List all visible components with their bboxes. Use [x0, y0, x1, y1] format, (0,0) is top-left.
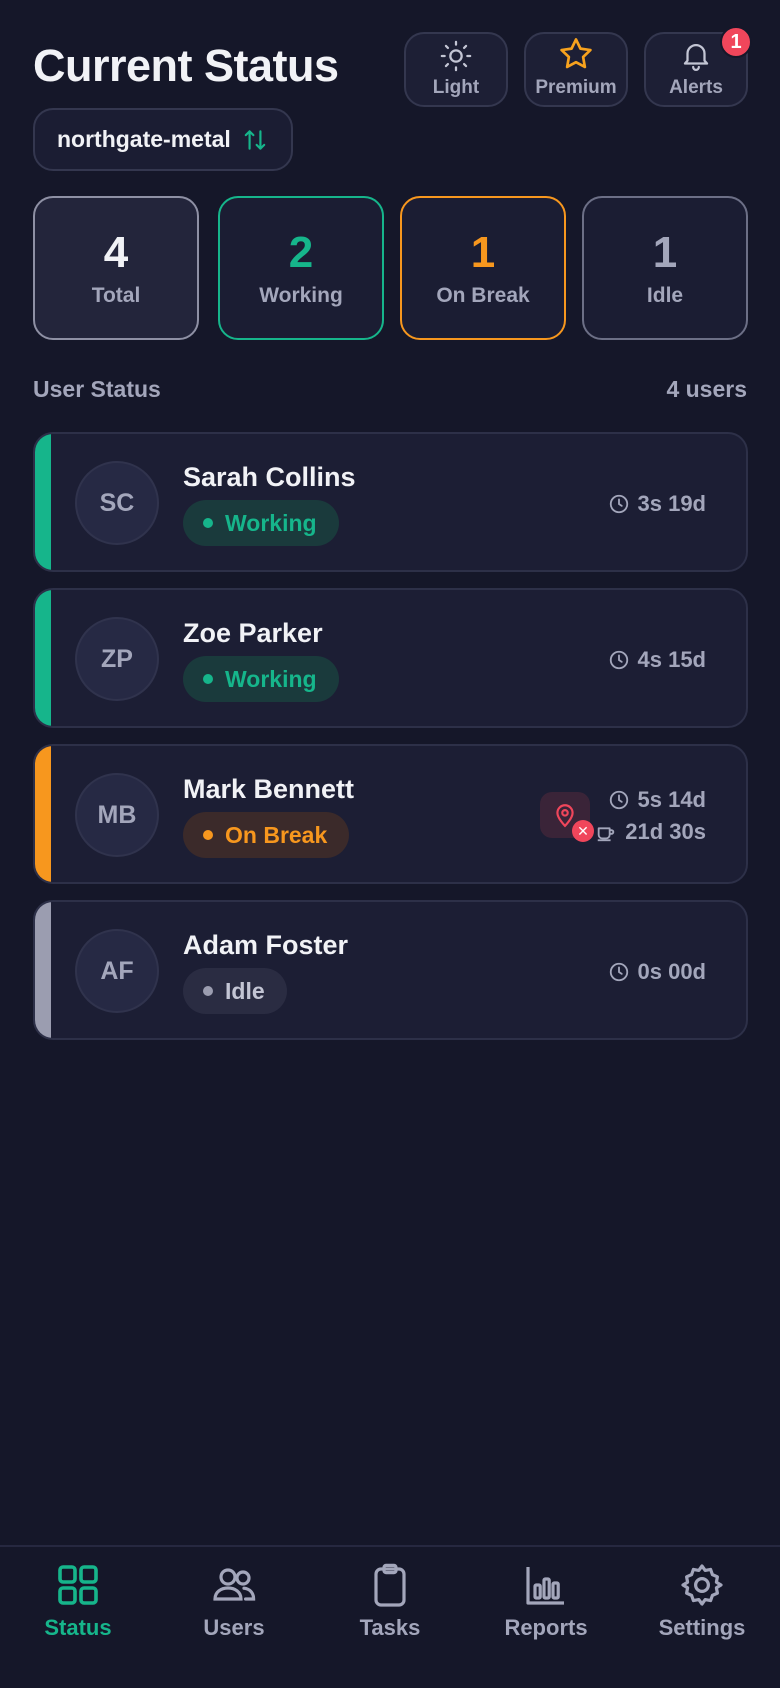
- user-card[interactable]: ZP Zoe Parker Working 4s 15d: [33, 588, 748, 728]
- status-label: Working: [225, 509, 317, 536]
- status-label: Idle: [225, 977, 265, 1004]
- premium-button[interactable]: Premium: [524, 32, 628, 107]
- clock-icon: [609, 494, 628, 514]
- organization-selector[interactable]: northgate-metal: [33, 108, 293, 171]
- premium-label: Premium: [535, 77, 617, 98]
- status-dot: [203, 518, 213, 528]
- clipboard-icon: [374, 1563, 406, 1607]
- tab-status[interactable]: Status: [0, 1561, 156, 1661]
- gear-icon: [681, 1564, 723, 1606]
- user-card[interactable]: MB Mark Bennett On Break ✕ 5s 14d 21d 30…: [33, 744, 748, 884]
- time-info: 4s 15d: [608, 644, 707, 676]
- user-card[interactable]: SC Sarah Collins Working 3s 19d: [33, 432, 748, 572]
- work-duration: 5s 14d: [637, 787, 707, 812]
- coffee-icon: [598, 827, 615, 842]
- organization-name: northgate-metal: [57, 126, 231, 152]
- stat-on-break-value: 1: [470, 228, 496, 277]
- star-icon: [560, 38, 592, 69]
- location-off-icon: ✕: [572, 820, 594, 842]
- stat-on-break-label: On Break: [436, 284, 530, 307]
- stat-working-value: 2: [288, 228, 314, 277]
- tab-users-label: Users: [203, 1615, 265, 1640]
- section-title: User Status: [33, 376, 161, 402]
- status-badge: On Break: [183, 812, 350, 858]
- tab-users[interactable]: Users: [156, 1561, 312, 1661]
- bar-chart-icon: [526, 1567, 564, 1605]
- clock-icon: [609, 962, 628, 982]
- status-label: On Break: [225, 821, 328, 848]
- stat-total-label: Total: [91, 284, 141, 307]
- work-duration: 3s 19d: [637, 491, 707, 516]
- alerts-button[interactable]: Alerts 1: [644, 26, 752, 107]
- status-label: Working: [225, 665, 317, 692]
- status-dot: [203, 674, 213, 684]
- avatar: AF: [75, 929, 159, 1013]
- tab-settings-label: Settings: [658, 1615, 746, 1640]
- swap-vertical-icon: [244, 129, 266, 150]
- user-count: 4 users: [666, 376, 747, 402]
- alerts-label: Alerts: [669, 77, 723, 98]
- header: Current Status Light Premium Alerts 1: [33, 26, 752, 107]
- stat-idle[interactable]: 1 Idle: [582, 196, 748, 340]
- avatar: MB: [75, 773, 159, 857]
- user-name: Sarah Collins: [183, 462, 356, 492]
- user-name: Mark Bennett: [183, 774, 355, 804]
- user-card[interactable]: AF Adam Foster Idle 0s 00d: [33, 900, 748, 1040]
- avatar: ZP: [75, 617, 159, 701]
- stat-total-value: 4: [103, 228, 129, 277]
- clock-icon: [609, 790, 628, 810]
- break-duration: 21d 30s: [625, 819, 706, 844]
- tab-tasks-label: Tasks: [359, 1615, 421, 1640]
- clock-icon: [609, 650, 628, 670]
- time-info: 0s 00d: [608, 956, 707, 988]
- status-stripe: [35, 902, 51, 1038]
- stat-idle-value: 1: [652, 228, 678, 277]
- tab-status-label: Status: [44, 1615, 112, 1640]
- status-badge: Idle: [183, 968, 287, 1014]
- time-info: 5s 14d 21d 30s: [595, 784, 706, 848]
- user-name: Zoe Parker: [183, 618, 323, 648]
- location-off-button[interactable]: ✕: [540, 792, 594, 842]
- status-dot: [203, 830, 213, 840]
- stat-idle-label: Idle: [646, 284, 684, 307]
- tab-reports[interactable]: Reports: [468, 1561, 624, 1661]
- stat-on-break[interactable]: 1 On Break: [400, 196, 566, 340]
- alerts-count-badge: 1: [720, 26, 752, 58]
- status-badge: Working: [183, 500, 339, 546]
- tab-reports-label: Reports: [504, 1615, 588, 1640]
- work-duration: 0s 00d: [637, 959, 707, 984]
- bottom-tab-bar: Status Users Tasks Reports Settings: [0, 1545, 780, 1688]
- users-icon: [213, 1568, 256, 1601]
- theme-toggle-button[interactable]: Light: [404, 32, 508, 107]
- avatar: SC: [75, 461, 159, 545]
- stat-working[interactable]: 2 Working: [218, 196, 384, 340]
- status-dot: [203, 986, 213, 996]
- bell-icon: [683, 44, 709, 71]
- status-badge: Working: [183, 656, 339, 702]
- status-summary: 4 Total 2 Working 1 On Break 1 Idle: [33, 196, 749, 340]
- theme-toggle-label: Light: [432, 77, 480, 98]
- stat-working-label: Working: [259, 284, 343, 307]
- page-title: Current Status: [33, 40, 339, 91]
- time-info: 3s 19d: [608, 488, 707, 520]
- grid-icon: [58, 1565, 98, 1605]
- status-stripe: [35, 746, 51, 882]
- stat-total[interactable]: 4 Total: [33, 196, 199, 340]
- tab-settings[interactable]: Settings: [624, 1561, 780, 1661]
- tab-tasks[interactable]: Tasks: [312, 1561, 468, 1661]
- user-name: Adam Foster: [183, 930, 349, 960]
- sun-icon: [440, 40, 472, 72]
- work-duration: 4s 15d: [637, 647, 707, 672]
- status-stripe: [35, 590, 51, 726]
- status-stripe: [35, 434, 51, 570]
